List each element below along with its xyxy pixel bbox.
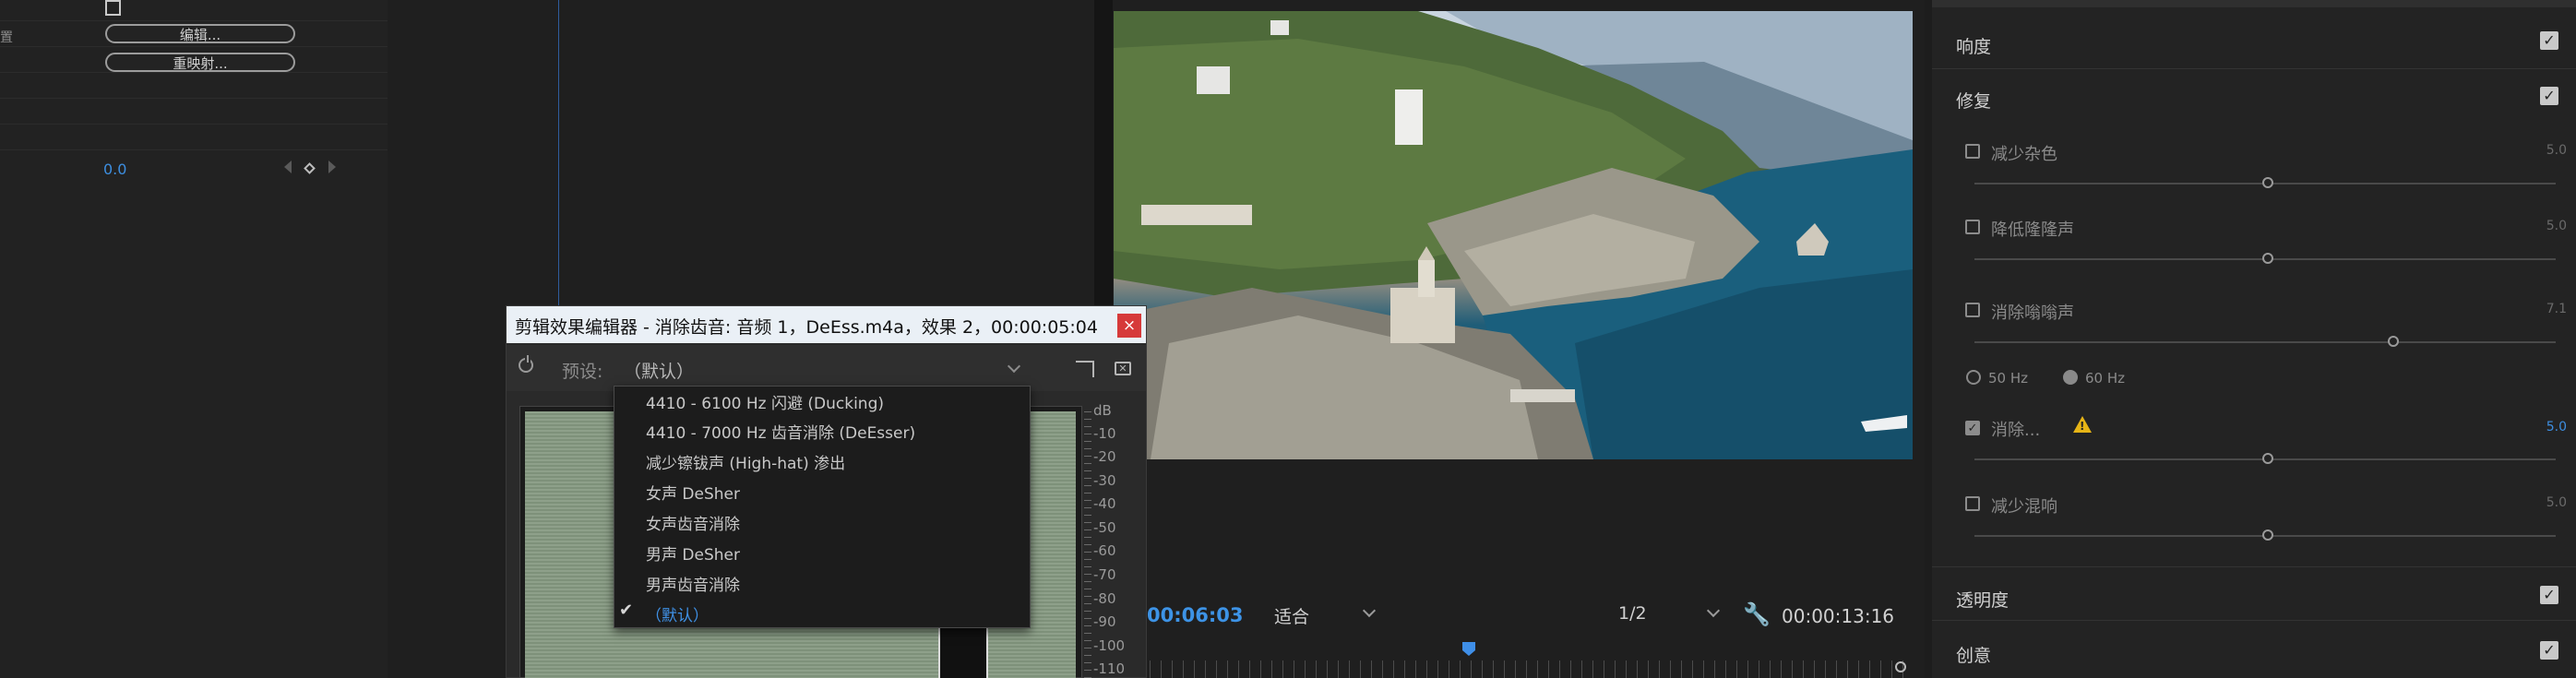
db-tick: -20 [1093,448,1116,465]
divider [1932,620,2576,621]
time-ruler[interactable] [1150,660,1906,678]
preset-option-selected[interactable]: （默认） [646,602,709,625]
reduce-noise-label: 减少杂色 [1991,145,2057,164]
deess-checkbox[interactable]: ✓ [1965,421,1980,435]
section-creative[interactable]: 创意 [1956,642,1991,667]
dehum-slider[interactable] [1974,341,2556,343]
db-tick: -100 [1093,637,1126,654]
db-tick: -40 [1093,495,1116,512]
param-label: 置 [0,30,13,45]
effect-row [0,124,388,150]
preset-select[interactable]: （默认） [624,358,694,383]
level-bar [938,624,988,678]
dehum-value[interactable]: 7.1 [2546,302,2567,316]
db-tick: -70 [1093,566,1116,583]
db-tick: -110 [1093,660,1126,677]
power-icon[interactable] [519,355,533,373]
zoom-select[interactable]: 适合 [1267,601,1383,627]
db-tick: -80 [1093,590,1116,607]
wrench-icon[interactable]: 🔧 [1743,601,1771,627]
effect-row [0,98,388,125]
resolution-select-value: 1/2 [1618,603,1647,624]
deess-value[interactable]: 5.0 [2546,420,2567,434]
zoom-select-value: 适合 [1274,607,1310,627]
db-tick: -60 [1093,542,1116,559]
checkmark-icon: ✔ [619,601,634,620]
db-tick: -50 [1093,519,1116,536]
loudness-checkbox[interactable]: ✓ [2540,31,2558,50]
section-loudness[interactable]: 响度 [1956,33,1991,58]
dialog-title: 剪辑效果编辑器 - 消除齿音: 音频 1，DeEss.m4a，效果 2，00:0… [515,317,1098,338]
repair-checkbox[interactable]: ✓ [2540,87,2558,105]
route-icon[interactable] [1076,361,1094,377]
duration-timecode: 00:00:13:16 [1782,605,1895,627]
essential-sound-panel [1932,0,2576,678]
video-frame-image [1114,11,1913,459]
edit-button[interactable]: 编辑... [105,24,295,43]
reduce-reverb-label: 减少混响 [1991,497,2057,517]
preset-option[interactable]: 女声 DeSher [646,481,740,504]
divider [1932,566,2576,567]
panel-header-strip [1932,0,2576,7]
next-keyframe-icon[interactable] [328,161,336,173]
reduce-reverb-checkbox[interactable] [1965,496,1980,511]
effect-row [0,0,388,21]
db-ruler [1084,411,1091,678]
reduce-noise-slider-knob[interactable] [2262,177,2273,188]
preset-option[interactable]: 女声齿音消除 [646,511,740,534]
dehum-slider-knob[interactable] [2388,336,2399,347]
section-clarity[interactable]: 透明度 [1956,587,2009,612]
warning-mark: ! [2080,420,2085,433]
effect-row [0,72,388,99]
reduce-reverb-value[interactable]: 5.0 [2546,495,2567,510]
hum-60hz-label: 60 Hz [2085,370,2126,387]
preset-option[interactable]: 男声 DeSher [646,541,740,565]
reduce-noise-value[interactable]: 5.0 [2546,143,2567,158]
chevron-down-icon [1362,603,1377,618]
param-value[interactable]: 0.0 [103,161,126,178]
deess-slider-knob[interactable] [2262,453,2273,464]
hum-50hz-radio[interactable] [1966,370,1981,385]
dehum-checkbox[interactable] [1965,303,1980,317]
chevron-down-icon [1706,603,1721,618]
timeline-playhead-line[interactable] [558,0,559,309]
db-tick: dB [1093,402,1112,419]
close-icon[interactable]: × [1117,314,1141,338]
deess-label: 消除... [1991,421,2041,440]
hum-60hz-radio[interactable] [2063,370,2078,385]
resolution-select[interactable]: 1/2 [1611,601,1727,626]
preset-option[interactable]: 减少镲钹声 (High-hat) 渗出 [646,450,845,473]
preset-option[interactable]: 4410 - 7000 Hz 齿音消除 (DeEsser) [646,420,915,443]
bypass-checkbox[interactable] [105,0,121,16]
section-repair[interactable]: 修复 [1956,88,1991,113]
dehum-label: 消除嗡嗡声 [1991,303,2074,323]
video-preview [1114,11,1913,459]
db-tick: -30 [1093,472,1116,489]
reduce-reverb-slider-knob[interactable] [2262,529,2273,541]
remap-button[interactable]: 重映射... [105,53,295,72]
current-timecode[interactable]: 00:06:03 [1147,604,1243,626]
divider [1932,68,2576,69]
preset-option[interactable]: 男声齿音消除 [646,572,740,595]
delete-icon[interactable]: ✕ [1115,362,1131,375]
previous-keyframe-icon[interactable] [284,161,292,173]
preset-option[interactable]: 4410 - 6100 Hz 闪避 (Ducking) [646,390,884,413]
reduce-noise-checkbox[interactable] [1965,144,1980,159]
hum-50hz-label: 50 Hz [1988,370,2029,387]
db-tick: -10 [1093,425,1116,442]
reduce-rumble-label: 降低隆隆声 [1991,220,2074,240]
reduce-rumble-checkbox[interactable] [1965,220,1980,234]
reduce-rumble-slider-knob[interactable] [2262,253,2273,264]
creative-checkbox[interactable]: ✓ [2540,641,2558,660]
end-marker-icon[interactable] [1895,661,1906,672]
clarity-checkbox[interactable]: ✓ [2540,586,2558,604]
reduce-rumble-value[interactable]: 5.0 [2546,219,2567,233]
effect-controls-panel [0,0,388,678]
preset-label: 预设: [562,362,603,382]
db-tick: -90 [1093,613,1116,630]
